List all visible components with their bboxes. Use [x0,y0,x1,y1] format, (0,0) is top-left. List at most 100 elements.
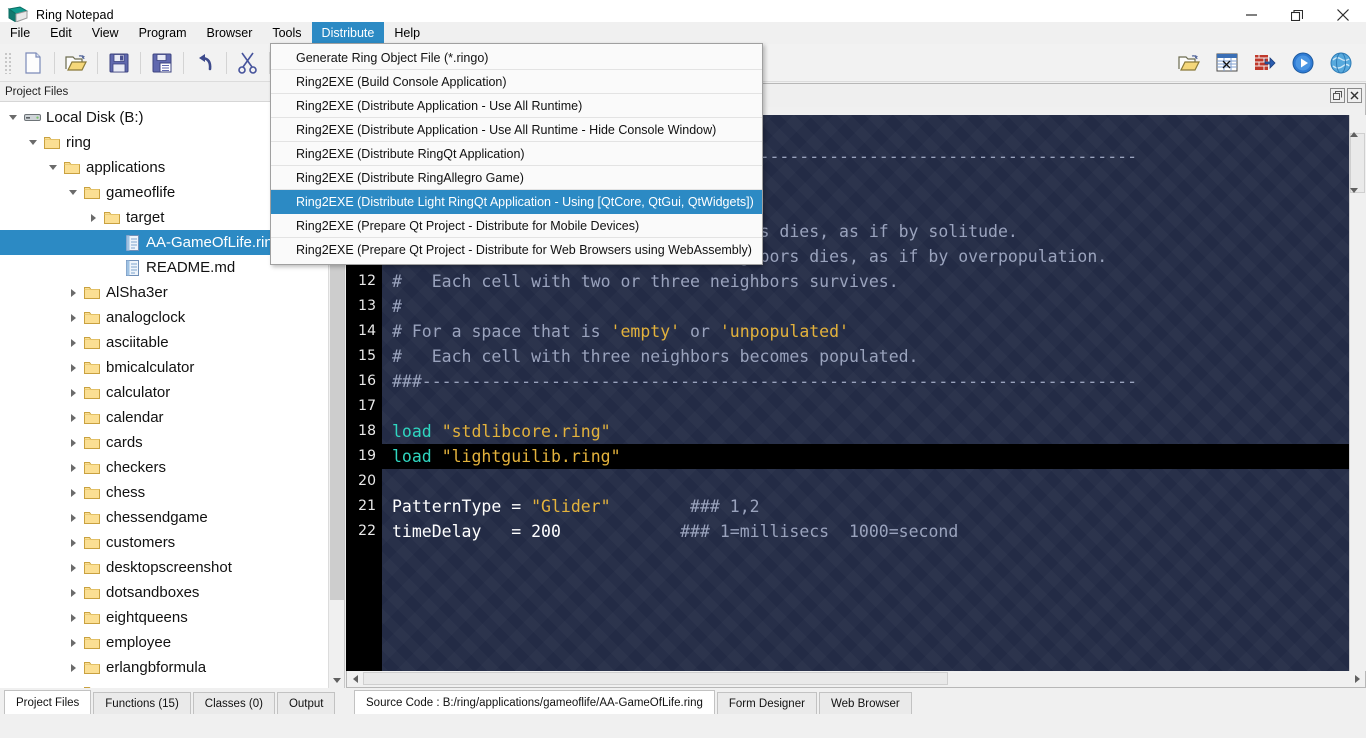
open-file-icon[interactable] [57,46,95,80]
menu-option-6[interactable]: Ring2EXE (Distribute Light RingQt Applic… [271,190,762,214]
save-icon[interactable] [100,46,138,80]
menu-distribute[interactable]: Distribute [312,22,385,44]
editor-scroll-down-icon[interactable] [1350,193,1366,211]
menu-program[interactable]: Program [129,22,197,44]
tab-1[interactable]: Functions (15) [93,692,191,714]
tree-folder-row[interactable]: analogclock [0,305,344,330]
tree-folder-row[interactable]: chessendgame [0,505,344,530]
chevron-right-icon[interactable] [64,655,82,680]
chevron-right-icon[interactable] [64,530,82,555]
tree-folder-row[interactable]: customers [0,530,344,555]
menu-option-3[interactable]: Ring2EXE (Distribute Application - Use A… [271,118,762,142]
tab-0[interactable]: Source Code : B:/ring/applications/gameo… [354,690,715,714]
code-line[interactable]: 13# [346,294,1350,319]
code-token [611,497,690,516]
tree-folder-row[interactable]: AlSha3er [0,280,344,305]
run-icon[interactable] [1284,46,1322,80]
tree-folder-row[interactable]: eightqueens [0,605,344,630]
chevron-right-icon[interactable] [64,480,82,505]
tree-folder-row[interactable]: chess [0,480,344,505]
menu-option-7[interactable]: Ring2EXE (Prepare Qt Project - Distribut… [271,214,762,238]
editor-scroll-right-icon[interactable] [1349,671,1365,686]
chevron-right-icon[interactable] [64,355,82,380]
code-line[interactable]: 14# For a space that is 'empty' or 'unpo… [346,319,1350,344]
tab-3[interactable]: Output [277,692,336,714]
chevron-right-icon[interactable] [64,630,82,655]
menu-option-8[interactable]: Ring2EXE (Prepare Qt Project - Distribut… [271,238,762,262]
chevron-right-icon[interactable] [64,455,82,480]
mdi-close-icon[interactable] [1347,88,1362,103]
new-file-icon[interactable] [14,46,52,80]
chevron-down-icon[interactable] [64,180,82,205]
chevron-right-icon[interactable] [64,555,82,580]
save-as-icon[interactable] [143,46,181,80]
chevron-right-icon[interactable] [64,605,82,630]
chevron-right-icon[interactable] [64,430,82,455]
tree-folder-row[interactable]: asciitable [0,330,344,355]
chevron-down-icon[interactable] [4,105,22,130]
chevron-right-icon[interactable] [84,205,102,230]
distribute-dropdown-menu[interactable]: Generate Ring Object File (*.ringo)Ring2… [270,43,763,265]
menu-tools[interactable]: Tools [262,22,311,44]
tab-2[interactable]: Classes (0) [193,692,275,714]
menu-help[interactable]: Help [384,22,430,44]
tree-folder-row[interactable]: employee [0,630,344,655]
code-line[interactable]: 12# Each cell with two or three neighbor… [346,269,1350,294]
tree-folder-row[interactable]: checkers [0,455,344,480]
code-line[interactable]: 22timeDelay = 200 ### 1=millisecs 1000=s… [346,519,1350,544]
chevron-right-icon[interactable] [64,405,82,430]
tree-folder-row[interactable]: escape [0,680,344,688]
tab-2[interactable]: Web Browser [819,692,912,714]
mdi-restore-icon[interactable] [1330,88,1345,103]
tree-folder-row[interactable]: erlangbformula [0,655,344,680]
build-icon[interactable] [1246,46,1284,80]
tree-folder-row[interactable]: desktopscreenshot [0,555,344,580]
tab-1[interactable]: Form Designer [717,692,817,714]
menu-edit[interactable]: Edit [40,22,82,44]
chevron-right-icon[interactable] [64,580,82,605]
chevron-right-icon[interactable] [64,305,82,330]
editor-scrollbar-thumb[interactable] [1350,133,1365,193]
code-line[interactable]: 16###-----------------------------------… [346,369,1350,394]
menu-option-0[interactable]: Generate Ring Object File (*.ringo) [271,46,762,70]
tab-0[interactable]: Project Files [4,690,91,714]
form-designer-icon[interactable] [1208,46,1246,80]
editor-scroll-up-icon[interactable] [1350,115,1366,133]
chevron-right-icon[interactable] [64,680,82,688]
code-line[interactable]: 17 [346,394,1350,419]
chevron-right-icon[interactable] [64,380,82,405]
menu-browser[interactable]: Browser [197,22,263,44]
chevron-right-icon[interactable] [64,280,82,305]
code-line[interactable]: 19load "lightguilib.ring" [346,444,1350,469]
chevron-down-icon[interactable] [44,155,62,180]
tree-folder-row[interactable]: calculator [0,380,344,405]
editor-hscrollbar-thumb[interactable] [363,672,948,685]
tree-folder-row[interactable]: dotsandboxes [0,580,344,605]
menu-option-1[interactable]: Ring2EXE (Build Console Application) [271,70,762,94]
tree-folder-row[interactable]: bmicalculator [0,355,344,380]
tree-folder-row[interactable]: cards [0,430,344,455]
undo-icon[interactable] [186,46,224,80]
scroll-down-icon[interactable] [329,672,344,688]
cut-icon[interactable] [229,46,267,80]
chevron-right-icon[interactable] [64,505,82,530]
editor-scroll-left-icon[interactable] [347,671,363,686]
tree-item-label: erlangbformula [106,659,206,676]
chevron-down-icon[interactable] [24,130,42,155]
code-line[interactable]: 21PatternType = "Glider" ### 1,2 [346,494,1350,519]
editor-vertical-scrollbar[interactable] [1349,115,1366,671]
code-line[interactable]: 18load "stdlibcore.ring" [346,419,1350,444]
tree-folder-row[interactable]: calendar [0,405,344,430]
menu-view[interactable]: View [82,22,129,44]
chevron-right-icon[interactable] [64,330,82,355]
open-project-icon[interactable] [1170,46,1208,80]
menu-file[interactable]: File [0,22,40,44]
menu-option-4[interactable]: Ring2EXE (Distribute RingQt Application) [271,142,762,166]
web-browser-icon[interactable] [1322,46,1360,80]
toolbar-grip[interactable] [4,52,12,74]
menu-option-5[interactable]: Ring2EXE (Distribute RingAllegro Game) [271,166,762,190]
code-line[interactable]: 15# Each cell with three neighbors becom… [346,344,1350,369]
code-line[interactable]: 20 [346,469,1350,494]
editor-horizontal-scrollbar[interactable] [346,671,1366,688]
menu-option-2[interactable]: Ring2EXE (Distribute Application - Use A… [271,94,762,118]
